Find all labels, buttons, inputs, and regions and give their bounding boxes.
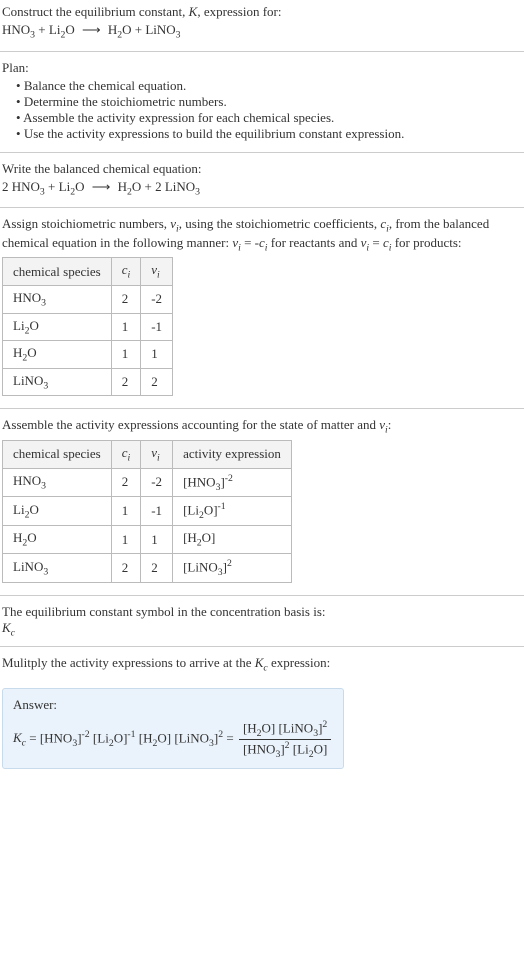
table-row: HNO3 2 -2: [3, 285, 173, 313]
stoich-table: chemical species ci νi HNO3 2 -2 Li2O 1 …: [2, 257, 173, 396]
symbol-section: The equilibrium constant symbol in the c…: [0, 600, 524, 643]
cell-vi: -1: [141, 497, 173, 526]
balanced-equation: 2 HNO3 + Li2O ⟶ H2O + 2 LiNO3: [2, 179, 522, 198]
cell-ci: 1: [111, 526, 141, 554]
prompt-line: Construct the equilibrium constant, K, e…: [2, 4, 522, 20]
kc-expression: Kc = [HNO3]-2 [Li2O]-1 [H2O] [LiNO3]2 = …: [13, 719, 333, 760]
cell-ci: 2: [111, 553, 141, 582]
col-expr: activity expression: [173, 440, 292, 468]
cell-species: HNO3: [3, 285, 112, 313]
cell-ci: 2: [111, 468, 141, 497]
balanced-title: Write the balanced chemical equation:: [2, 161, 522, 177]
plan-item: Assemble the activity expression for eac…: [16, 110, 522, 126]
table-row: HNO3 2 -2 [HNO3]-2: [3, 468, 292, 497]
divider: [0, 51, 524, 52]
divider: [0, 595, 524, 596]
table-header-row: chemical species ci νi: [3, 258, 173, 286]
col-vi: νi: [141, 440, 173, 468]
plan-section: Plan: Balance the chemical equation. Det…: [0, 56, 524, 148]
plan-item: Determine the stoichiometric numbers.: [16, 94, 522, 110]
cell-species: H2O: [3, 526, 112, 554]
cell-expr: [Li2O]-1: [173, 497, 292, 526]
plan-item: Use the activity expressions to build th…: [16, 126, 522, 142]
table-row: LiNO3 2 2: [3, 368, 173, 396]
cell-ci: 2: [111, 285, 141, 313]
cell-species: Li2O: [3, 313, 112, 341]
kc-fraction: [H2O] [LiNO3]2 [HNO3]2 [Li2O]: [239, 719, 331, 760]
cell-species: LiNO3: [3, 368, 112, 396]
cell-ci: 1: [111, 313, 141, 341]
col-species: chemical species: [3, 440, 112, 468]
activity-table: chemical species ci νi activity expressi…: [2, 440, 292, 583]
cell-vi: 1: [141, 341, 173, 369]
stoich-intro: Assign stoichiometric numbers, νi, using…: [2, 216, 522, 253]
table-row: Li2O 1 -1: [3, 313, 173, 341]
col-species: chemical species: [3, 258, 112, 286]
cell-ci: 1: [111, 497, 141, 526]
table-row: LiNO3 2 2 [LiNO3]2: [3, 553, 292, 582]
plan-item: Balance the chemical equation.: [16, 78, 522, 94]
cell-ci: 2: [111, 368, 141, 396]
divider: [0, 408, 524, 409]
table-header-row: chemical species ci νi activity expressi…: [3, 440, 292, 468]
table-row: Li2O 1 -1 [Li2O]-1: [3, 497, 292, 526]
kc-denominator: [HNO3]2 [Li2O]: [239, 740, 331, 760]
cell-vi: 2: [141, 553, 173, 582]
prompt-equation: HNO3 + Li2O ⟶ H2O + LiNO3: [2, 22, 522, 41]
cell-vi: -2: [141, 468, 173, 497]
divider: [0, 152, 524, 153]
cell-vi: 2: [141, 368, 173, 396]
kc-symbol: Kc: [2, 620, 522, 639]
cell-species: HNO3: [3, 468, 112, 497]
stoich-section: Assign stoichiometric numbers, νi, using…: [0, 212, 524, 404]
plan-title: Plan:: [2, 60, 522, 76]
cell-vi: 1: [141, 526, 173, 554]
col-ci: ci: [111, 258, 141, 286]
symbol-line: The equilibrium constant symbol in the c…: [2, 604, 522, 620]
cell-species: LiNO3: [3, 553, 112, 582]
plan-list: Balance the chemical equation. Determine…: [2, 78, 522, 142]
cell-expr: [HNO3]-2: [173, 468, 292, 497]
cell-vi: -1: [141, 313, 173, 341]
table-row: H2O 1 1 [H2O]: [3, 526, 292, 554]
col-ci: ci: [111, 440, 141, 468]
multiply-section: Mulitply the activity expressions to arr…: [0, 651, 524, 678]
activity-intro: Assemble the activity expressions accoun…: [2, 417, 522, 436]
divider: [0, 646, 524, 647]
cell-ci: 1: [111, 341, 141, 369]
col-vi: νi: [141, 258, 173, 286]
cell-vi: -2: [141, 285, 173, 313]
answer-section: Answer: Kc = [HNO3]-2 [Li2O]-1 [H2O] [Li…: [0, 678, 524, 779]
cell-species: H2O: [3, 341, 112, 369]
prompt-section: Construct the equilibrium constant, K, e…: [0, 0, 524, 47]
answer-box: Answer: Kc = [HNO3]-2 [Li2O]-1 [H2O] [Li…: [2, 688, 344, 769]
activity-section: Assemble the activity expressions accoun…: [0, 413, 524, 591]
kc-numerator: [H2O] [LiNO3]2: [239, 719, 331, 740]
table-row: H2O 1 1: [3, 341, 173, 369]
answer-label: Answer:: [13, 697, 333, 713]
cell-expr: [LiNO3]2: [173, 553, 292, 582]
multiply-line: Mulitply the activity expressions to arr…: [2, 655, 522, 674]
balanced-section: Write the balanced chemical equation: 2 …: [0, 157, 524, 204]
cell-expr: [H2O]: [173, 526, 292, 554]
cell-species: Li2O: [3, 497, 112, 526]
divider: [0, 207, 524, 208]
